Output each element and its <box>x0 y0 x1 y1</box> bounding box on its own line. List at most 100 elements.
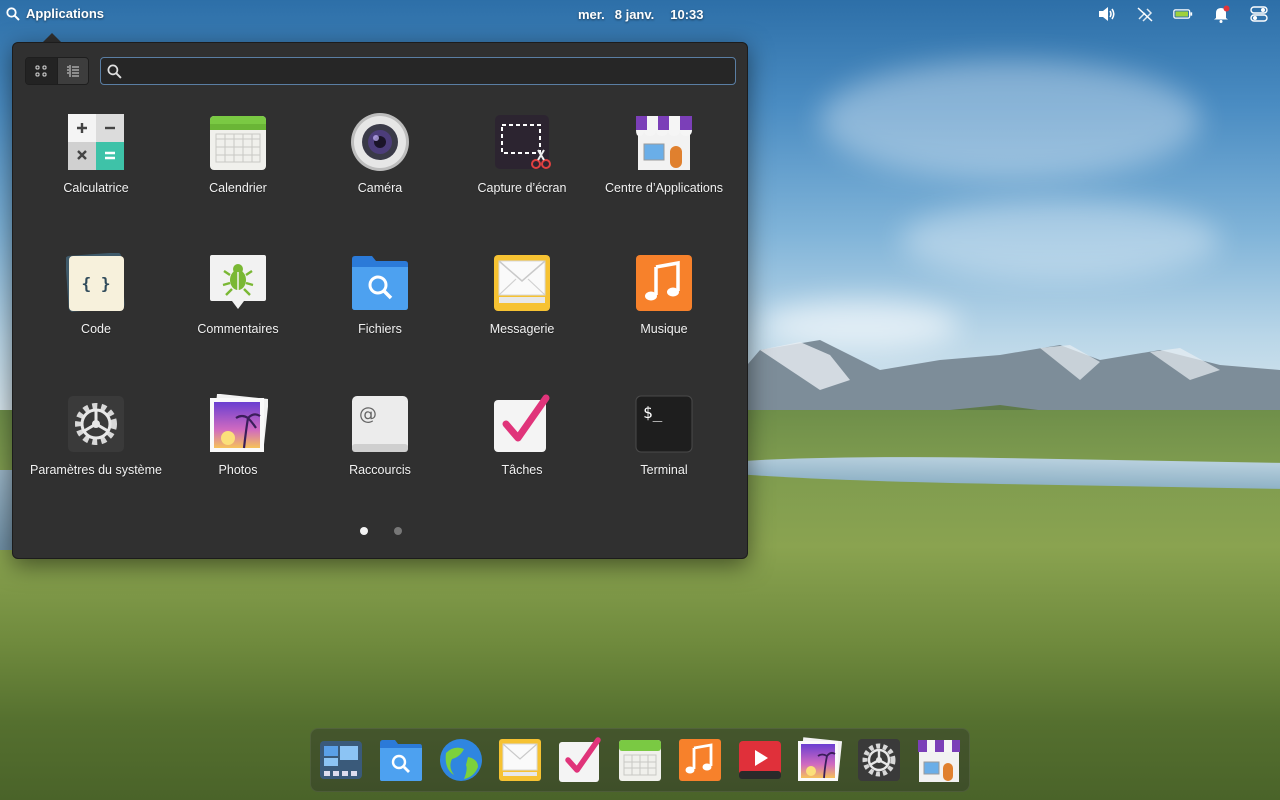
multitasking-view-icon <box>320 741 362 779</box>
grid-view-button[interactable] <box>26 58 57 84</box>
app-tile-code[interactable]: { } Code <box>25 248 167 389</box>
dock-item-photos[interactable] <box>795 736 843 784</box>
datetime-indicator[interactable]: mer. 8 janv. 10:33 <box>578 7 704 22</box>
app-label: Fichiers <box>358 322 402 336</box>
app-tile-calendrier[interactable]: Calendrier <box>167 107 309 248</box>
app-label: Musique <box>640 322 688 336</box>
wallpaper-cloud <box>900 200 1220 280</box>
app-grid: Calculatrice Calendrier Caméra Capture d… <box>25 107 737 530</box>
wallpaper-cloud <box>820 60 1200 180</box>
applications-label: Applications <box>26 6 105 21</box>
dock-item-music[interactable] <box>676 736 724 784</box>
app-label: Tâches <box>501 463 543 477</box>
svg-text:$_: $_ <box>643 403 663 422</box>
appcenter-icon <box>636 116 692 170</box>
app-label: Photos <box>218 463 258 477</box>
app-label: Raccourcis <box>349 463 411 477</box>
app-tile-camera[interactable]: Caméra <box>309 107 451 248</box>
app-tile-capture-ecran[interactable]: Capture d’écran <box>451 107 593 248</box>
videos-icon <box>738 741 781 779</box>
dock-item-multitasking[interactable] <box>317 736 365 784</box>
terminal-icon: $_ <box>635 395 693 453</box>
screenshot-icon <box>495 115 551 169</box>
app-tile-taches[interactable]: Tâches <box>451 389 593 530</box>
applications-menu-button[interactable]: Applications <box>6 6 104 21</box>
dock-item-web-browser[interactable] <box>437 736 485 784</box>
tasks-icon <box>494 394 550 452</box>
category-view-icon <box>66 65 79 77</box>
feedback-icon <box>210 255 266 309</box>
page-dot-2[interactable] <box>394 527 402 535</box>
shortcuts-icon: @ <box>352 396 408 452</box>
files-icon <box>352 256 408 310</box>
toggles-icon[interactable] <box>1248 5 1270 23</box>
battery-icon[interactable] <box>1172 5 1194 23</box>
app-tile-musique[interactable]: Musique <box>593 248 735 389</box>
dock <box>310 728 970 792</box>
dock-item-mail[interactable] <box>496 736 544 784</box>
settings-icon <box>858 739 901 781</box>
dock-item-tasks[interactable] <box>556 736 604 784</box>
app-tile-calculatrice[interactable]: Calculatrice <box>25 107 167 248</box>
app-label: Calculatrice <box>63 181 129 195</box>
app-label: Capture d’écran <box>477 181 567 195</box>
app-label: Centre d’Applications <box>604 181 724 195</box>
search-field[interactable] <box>100 57 736 85</box>
dock-item-files[interactable] <box>377 736 425 784</box>
app-tile-raccourcis[interactable]: @ Raccourcis <box>309 389 451 530</box>
app-label: Code <box>81 322 111 336</box>
calendar-icon <box>618 740 661 781</box>
app-tile-commentaires[interactable]: Commentaires <box>167 248 309 389</box>
app-tile-centre-applications[interactable]: Centre d’Applications <box>593 107 735 248</box>
app-tile-messagerie[interactable]: Messagerie <box>451 248 593 389</box>
dock-item-settings[interactable] <box>855 736 903 784</box>
app-tile-photos[interactable]: Photos <box>167 389 309 530</box>
app-tile-terminal[interactable]: $_ Terminal <box>593 389 735 530</box>
music-icon <box>678 739 721 781</box>
app-label: Calendrier <box>209 181 267 195</box>
app-tile-parametres-systeme[interactable]: Paramètres du système <box>25 389 167 530</box>
code-icon: { } <box>66 253 125 312</box>
notification-bell-icon[interactable] <box>1210 5 1232 23</box>
mail-icon <box>499 739 542 781</box>
calculator-icon <box>68 114 124 170</box>
svg-text:@: @ <box>359 404 377 425</box>
search-input[interactable] <box>128 63 735 79</box>
top-panel: Applications mer. 8 janv. 10:33 <box>0 0 1280 30</box>
date-day: mer. <box>578 7 605 22</box>
svg-text:{ }: { } <box>82 274 111 293</box>
calendar-icon <box>210 116 266 170</box>
appcenter-icon <box>917 740 960 782</box>
app-label: Commentaires <box>197 322 279 336</box>
dock-item-calendar[interactable] <box>616 736 664 784</box>
app-label: Terminal <box>640 463 688 477</box>
settings-icon <box>68 396 124 452</box>
app-label: Messagerie <box>489 322 555 336</box>
volume-icon[interactable] <box>1096 5 1118 23</box>
tasks-icon <box>559 737 601 782</box>
photos-icon <box>798 737 843 781</box>
view-mode-switcher <box>25 57 89 85</box>
music-icon <box>636 255 692 311</box>
category-view-button[interactable] <box>56 58 88 84</box>
grid-view-icon <box>35 65 47 77</box>
web-browser-icon <box>439 739 482 781</box>
application-launcher: Calculatrice Calendrier Caméra Capture d… <box>12 42 748 559</box>
date: 8 janv. <box>614 7 655 22</box>
camera-icon <box>351 113 409 171</box>
app-label: Caméra <box>357 181 403 195</box>
mail-icon <box>494 255 550 311</box>
search-icon <box>6 6 20 21</box>
app-label: Paramètres du système <box>30 463 162 477</box>
dock-item-videos[interactable] <box>736 736 784 784</box>
files-icon <box>379 740 422 781</box>
time: 10:33 <box>670 7 704 22</box>
app-tile-fichiers[interactable]: Fichiers <box>309 248 451 389</box>
search-icon <box>107 64 122 79</box>
page-dot-1[interactable] <box>360 527 368 535</box>
system-tray <box>1096 5 1270 23</box>
photos-icon <box>210 394 268 452</box>
page-indicator <box>13 527 749 535</box>
dock-item-appcenter[interactable] <box>915 736 963 784</box>
network-disconnected-icon[interactable] <box>1134 5 1156 23</box>
